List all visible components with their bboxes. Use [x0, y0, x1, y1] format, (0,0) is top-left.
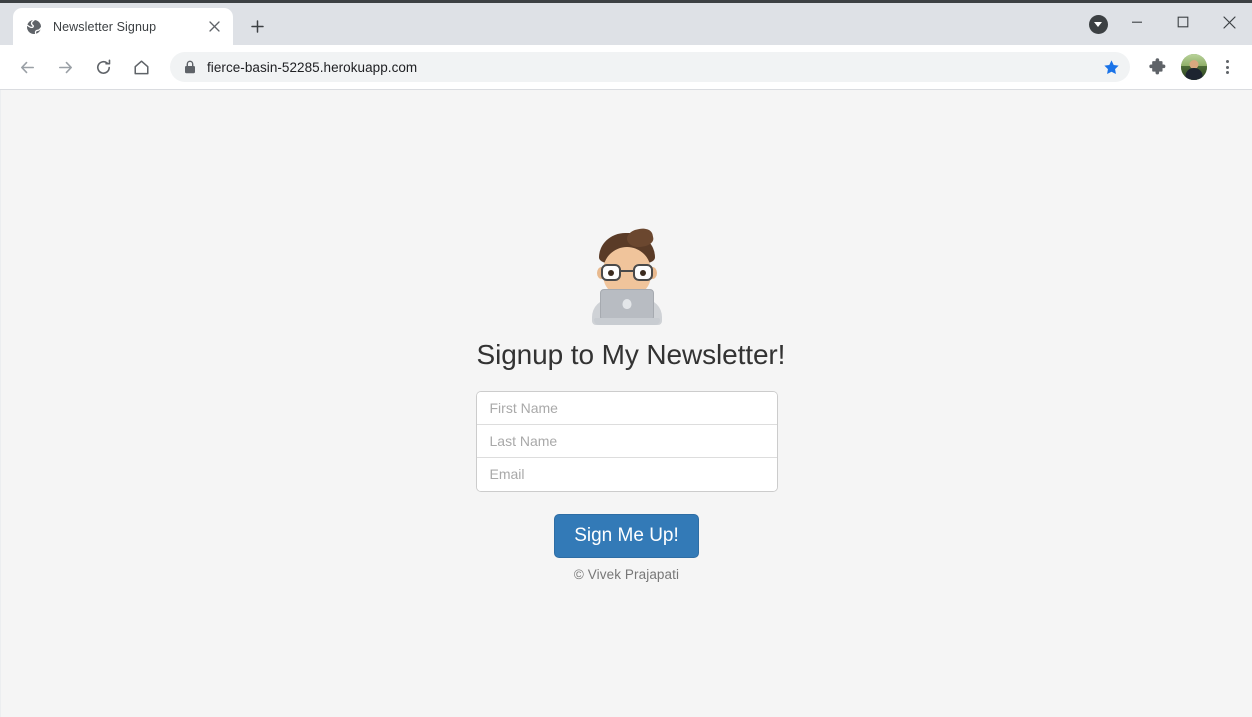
- first-name-input[interactable]: [476, 391, 777, 425]
- emoji-pupil-right: [639, 269, 646, 276]
- emoji-lens-right: [632, 264, 653, 281]
- tab-strip: Newsletter Signup: [0, 0, 1252, 45]
- man-technologist-emoji: [588, 233, 666, 325]
- menu-dot: [1225, 70, 1229, 74]
- globe-icon: [25, 18, 42, 35]
- close-tab-icon[interactable]: [205, 17, 224, 36]
- email-input[interactable]: [476, 457, 777, 491]
- url-text[interactable]: fierce-basin-52285.herokuapp.com: [207, 60, 1097, 75]
- emoji-laptop-screen: [599, 289, 654, 319]
- signup-form: [476, 391, 777, 491]
- page-viewport: Signup to My Newsletter! Sign Me Up! © V…: [0, 90, 1252, 717]
- address-bar[interactable]: fierce-basin-52285.herokuapp.com: [170, 52, 1130, 82]
- forward-button[interactable]: [49, 51, 81, 83]
- last-name-input[interactable]: [476, 424, 777, 458]
- footer-credit: © Vivek Prajapati: [573, 567, 680, 583]
- window-controls-area: [1082, 3, 1252, 45]
- browser-window: Newsletter Signup fierce-basin-52285.her…: [0, 0, 1252, 717]
- sign-me-up-button[interactable]: Sign Me Up!: [554, 513, 699, 559]
- signup-container: Signup to My Newsletter! Sign Me Up! © V…: [476, 90, 786, 583]
- emoji-glasses: [600, 264, 654, 281]
- menu-dot: [1225, 60, 1229, 64]
- window-controls: [1114, 3, 1252, 41]
- maximize-button[interactable]: [1160, 3, 1206, 41]
- emoji-laptop-logo: [622, 299, 631, 309]
- emoji-pupil-left: [607, 269, 614, 276]
- download-circle: [1088, 14, 1108, 34]
- download-arrow: [1094, 22, 1102, 27]
- bookmark-star-icon[interactable]: [1097, 53, 1125, 81]
- profile-avatar[interactable]: [1181, 54, 1207, 80]
- menu-dot: [1225, 65, 1229, 69]
- three-dot-menu-icon[interactable]: [1212, 52, 1242, 82]
- page-title: Signup to My Newsletter!: [476, 339, 786, 370]
- download-indicator-icon[interactable]: [1082, 3, 1114, 45]
- back-button[interactable]: [11, 51, 43, 83]
- browser-tab[interactable]: Newsletter Signup: [13, 8, 233, 45]
- emoji-laptop-base: [593, 318, 660, 325]
- extensions-puzzle-piece-icon[interactable]: [1141, 51, 1173, 83]
- browser-toolbar: fierce-basin-52285.herokuapp.com: [0, 45, 1252, 90]
- home-button[interactable]: [125, 51, 157, 83]
- new-tab-button[interactable]: [243, 12, 271, 40]
- emoji-lens-left: [600, 264, 621, 281]
- reload-button[interactable]: [87, 51, 119, 83]
- tab-title: Newsletter Signup: [53, 19, 157, 34]
- minimize-button[interactable]: [1114, 3, 1160, 41]
- emoji-glasses-bridge: [620, 270, 633, 273]
- close-window-button[interactable]: [1206, 3, 1252, 41]
- lock-icon: [184, 60, 196, 74]
- avatar-body: [1185, 67, 1203, 80]
